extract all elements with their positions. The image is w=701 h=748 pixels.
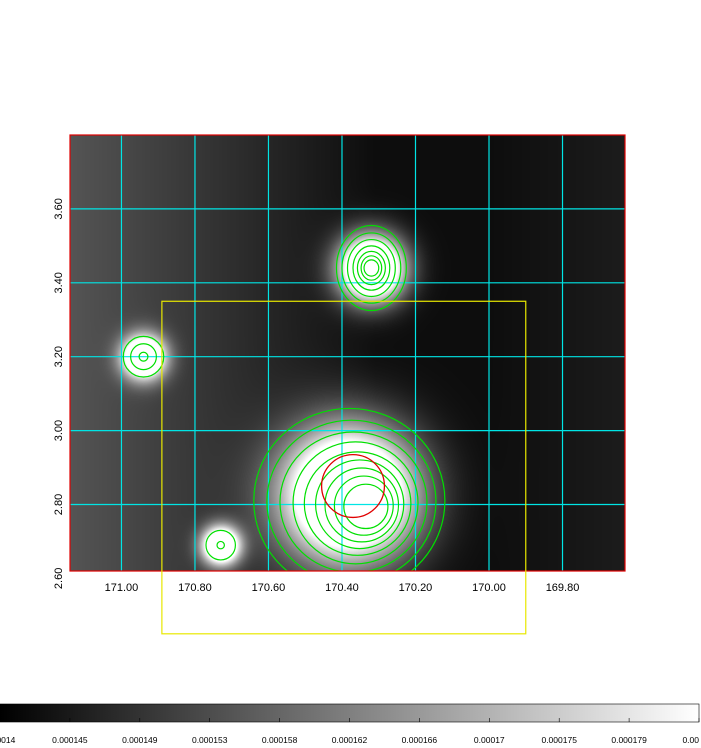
colorbar-label-9: 0.000179 bbox=[611, 735, 647, 745]
colorbar-label-6: 0.000166 bbox=[402, 735, 438, 745]
x-tick-label-1: 170.80 bbox=[178, 582, 212, 594]
colorbar: 0.00014 0.000145 0.000149 0.000153 0.000158 0… bbox=[0, 703, 700, 745]
colorbar-label-8: 0.000175 bbox=[541, 735, 577, 745]
x-tick-label-2: 170.60 bbox=[252, 582, 286, 594]
y-tick-label-4: 3.40 bbox=[53, 272, 65, 293]
y-tick-label-1: 2.80 bbox=[53, 494, 65, 515]
y-tick-label-5: 3.60 bbox=[53, 198, 65, 219]
x-axis-tick-labels: 171.00 170.80 170.60 170.40 170.20 170.00 169.… bbox=[105, 582, 580, 594]
plot-area bbox=[69, 134, 626, 572]
y-tick-label-0: 2.60 bbox=[53, 568, 65, 589]
x-tick-label-5: 170.00 bbox=[472, 582, 506, 594]
colorbar-label-1: 0.000145 bbox=[52, 735, 88, 745]
x-tick-label-3: 170.40 bbox=[325, 582, 359, 594]
y-tick-label-2: 3.00 bbox=[53, 420, 65, 441]
x-tick-label-4: 170.20 bbox=[399, 582, 433, 594]
y-tick-label-3: 3.20 bbox=[53, 346, 65, 367]
x-tick-label-0: 171.00 bbox=[105, 582, 139, 594]
colorbar-label-0: 0.00014 bbox=[0, 735, 16, 745]
colorbar-label-5: 0.000162 bbox=[332, 735, 368, 745]
colorbar-label-7: 0.00017 bbox=[474, 735, 505, 745]
sky-image-figure: 171.00 170.80 170.60 170.40 170.20 170.00 169.… bbox=[0, 134, 700, 745]
colorbar-label-10: 0.00 bbox=[682, 735, 699, 745]
intensity-image bbox=[70, 135, 625, 571]
colorbar-label-2: 0.000149 bbox=[122, 735, 158, 745]
colorbar-label-3: 0.000153 bbox=[192, 735, 228, 745]
x-tick-label-6: 169.80 bbox=[546, 582, 580, 594]
colorbar-labels: 0.00014 0.000145 0.000149 0.000153 0.000158 0… bbox=[0, 735, 699, 745]
y-axis-tick-labels: 2.60 2.80 3.00 3.20 3.40 3.60 bbox=[53, 198, 65, 589]
colorbar-label-4: 0.000158 bbox=[262, 735, 298, 745]
